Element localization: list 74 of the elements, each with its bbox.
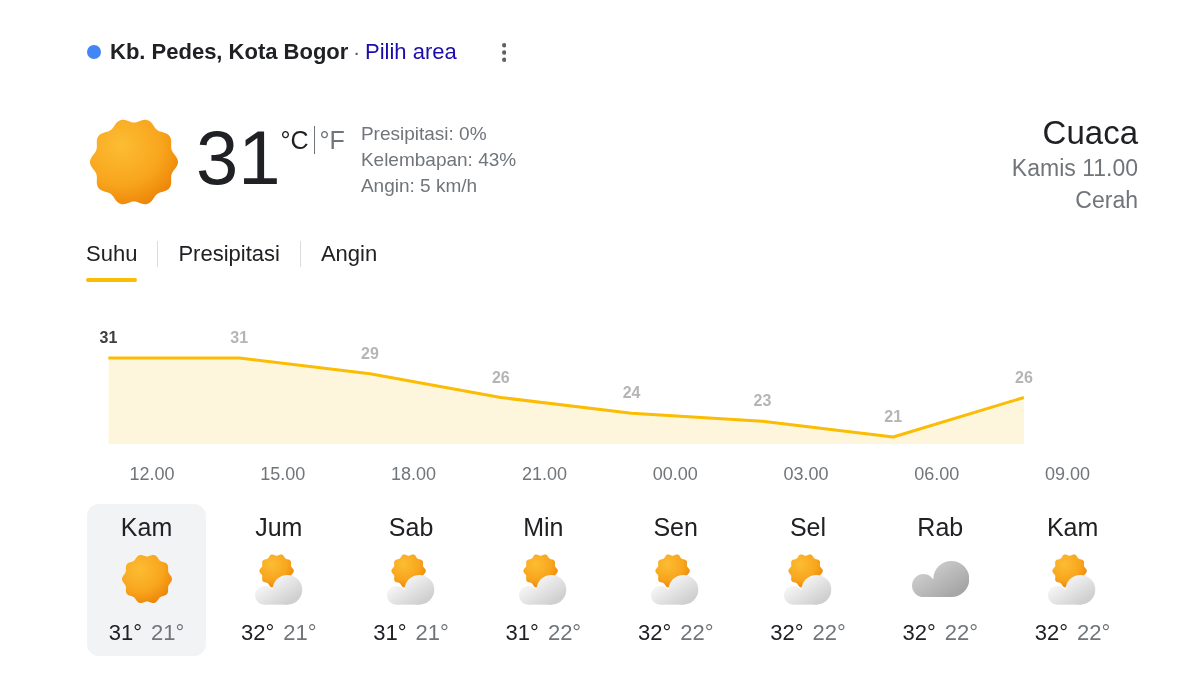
day-card[interactable]: Sel 32° 22°: [748, 504, 868, 656]
sun-icon: [90, 118, 178, 206]
weather-detail: Angin: 5 km/h: [360, 174, 479, 198]
cloud-icon: [911, 561, 969, 597]
sun-behind-cloud-icon: [783, 553, 833, 605]
low-temperature: 22°: [680, 620, 714, 646]
high-temperature: 31°: [108, 620, 142, 646]
unit-toggle[interactable]: °F: [319, 125, 345, 155]
day-card[interactable]: Jum 32° 21°: [219, 504, 339, 656]
temperature-value: 26: [491, 368, 510, 386]
day-name: Sen: [653, 512, 698, 542]
temperature-value: 29: [361, 344, 379, 362]
day-card[interactable]: Sen 32° 22°: [616, 504, 736, 656]
temperature-value: 24: [622, 384, 641, 402]
weather-heading: Cuaca: [1041, 114, 1138, 152]
hour-label: 09.00: [1045, 464, 1090, 484]
chart-tab[interactable]: Angin: [320, 239, 378, 282]
low-temperature: 22°: [547, 620, 582, 646]
low-temperature: 21°: [283, 620, 317, 646]
day-name: Sab: [388, 512, 434, 542]
separator-dot: ·: [353, 40, 361, 64]
location-dot-icon: [87, 45, 101, 59]
day-card[interactable]: Min 31° 22°: [483, 504, 603, 656]
chart-tab[interactable]: Presipitasi: [178, 239, 280, 282]
temperature-value: 23: [753, 392, 772, 410]
chart-tab[interactable]: Suhu: [86, 239, 138, 282]
day-card[interactable]: Rab 32° 22°: [880, 504, 1000, 656]
temperature-value: 31: [230, 329, 249, 346]
hour-label: 06.00: [914, 464, 960, 484]
unit-toggle[interactable]: °C: [280, 125, 309, 155]
current-temperature: 31: [196, 120, 281, 196]
temperature-value: 31: [99, 329, 118, 346]
sun-behind-cloud-icon: [519, 553, 568, 605]
low-temperature: 21°: [151, 620, 185, 646]
high-temperature: 32°: [241, 620, 275, 646]
location-name: Kb. Pedes, Kota Bogor: [110, 39, 349, 65]
high-temperature: 32°: [1034, 620, 1069, 646]
sun-behind-cloud-icon: [386, 553, 436, 605]
low-temperature: 21°: [415, 620, 449, 646]
hour-label: 03.00: [783, 464, 829, 484]
high-temperature: 32°: [770, 620, 804, 646]
weather-time: Kamis 11.00: [1011, 154, 1138, 183]
high-temperature: 31°: [505, 620, 539, 646]
day-name: Kam: [120, 512, 173, 542]
weather-detail: Presipitasi: 0%: [360, 122, 488, 146]
hour-label: 18.00: [391, 464, 437, 484]
low-temperature: 22°: [1077, 620, 1111, 646]
more-options-icon[interactable]: [501, 42, 507, 62]
sun-behind-cloud-icon: [254, 553, 304, 605]
temperature-value: 26: [1015, 368, 1033, 386]
hour-label: 15.00: [260, 464, 306, 484]
high-temperature: 32°: [902, 620, 936, 646]
day-name: Rab: [917, 512, 964, 542]
day-card[interactable]: Kam 32° 22°: [1013, 504, 1133, 656]
day-name: Sel: [789, 512, 827, 542]
weather-detail: Kelembapan: 43%: [360, 148, 517, 172]
low-temperature: 22°: [944, 620, 979, 646]
low-temperature: 22°: [812, 620, 846, 646]
hour-label: 21.00: [521, 464, 567, 484]
day-name: Kam: [1046, 512, 1099, 542]
choose-area-link[interactable]: Pilih area: [365, 39, 457, 65]
sun-behind-cloud-icon: [651, 553, 700, 605]
weather-condition: Cerah: [1074, 186, 1138, 215]
high-temperature: 31°: [373, 620, 407, 646]
temperature-value: 21: [884, 408, 903, 425]
day-name: Min: [523, 512, 564, 542]
day-card[interactable]: Kam 31° 21°: [87, 504, 206, 656]
hour-label: 00.00: [652, 464, 698, 484]
day-name: Jum: [255, 512, 303, 542]
day-card[interactable]: Sab 31° 21°: [351, 504, 471, 656]
high-temperature: 32°: [637, 620, 672, 646]
sun-icon: [121, 554, 172, 604]
sun-behind-cloud-icon: [1048, 553, 1097, 605]
hour-label: 12.00: [129, 464, 175, 484]
